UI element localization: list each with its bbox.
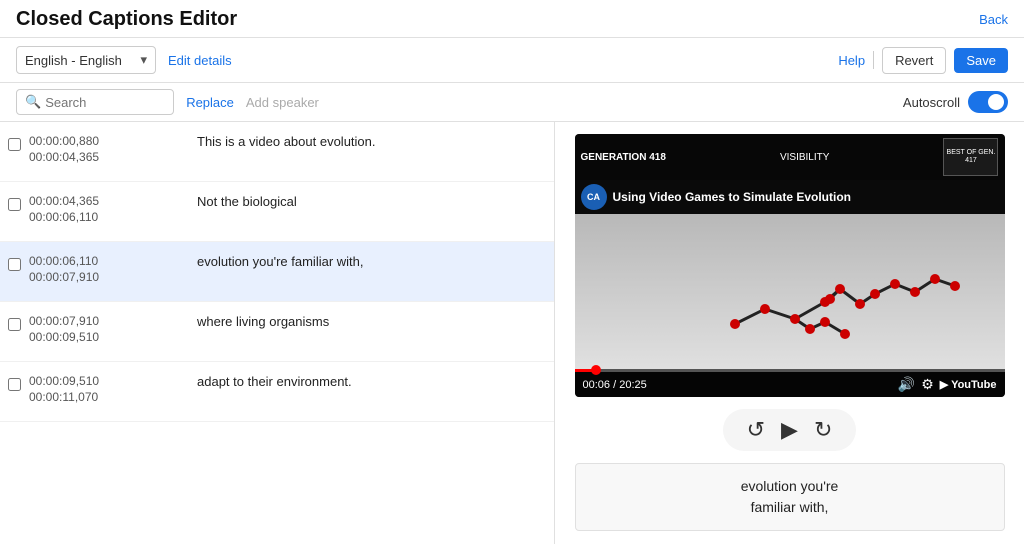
playback-controls: ↺ ▶ ↻ xyxy=(723,409,857,451)
video-panel: GENERATION 418 VISIBILITY BEST OF GEN. 4… xyxy=(555,122,1024,544)
caption-start: 00:00:09,510 xyxy=(29,374,189,388)
play-button[interactable]: ▶ xyxy=(781,417,798,443)
video-bottom-bar: 00:06 / 20:25 🔊 ⚙ ▶ YouTube xyxy=(575,372,1005,397)
help-link[interactable]: Help xyxy=(838,53,865,68)
caption-text: where living organisms xyxy=(197,314,546,329)
searchbar: 🔍 Replace Add speaker Autoscroll xyxy=(0,83,1024,122)
caption-times: 00:00:04,365 00:00:06,110 xyxy=(29,194,189,224)
caption-text: Not the biological xyxy=(197,194,546,209)
caption-start: 00:00:06,110 xyxy=(29,254,189,268)
caption-times: 00:00:07,910 00:00:09,510 xyxy=(29,314,189,344)
autoscroll-label: Autoscroll xyxy=(903,95,960,110)
caption-text: evolution you're familiar with, xyxy=(197,254,546,269)
caption-start: 00:00:04,365 xyxy=(29,194,189,208)
caption-start: 00:00:07,910 xyxy=(29,314,189,328)
video-frame: GENERATION 418 VISIBILITY BEST OF GEN. 4… xyxy=(575,134,1005,397)
main: 00:00:00,880 00:00:04,365 This is a vide… xyxy=(0,122,1024,544)
video-logo-row: CA Using Video Games to Simulate Evoluti… xyxy=(575,180,1005,214)
revert-button[interactable]: Revert xyxy=(882,47,946,74)
search-input-wrap: 🔍 xyxy=(16,89,174,115)
caption-end: 00:00:07,910 xyxy=(29,270,189,284)
caption-end: 00:00:11,070 xyxy=(29,390,189,404)
caption-times: 00:00:06,110 00:00:07,910 xyxy=(29,254,189,284)
replace-button[interactable]: Replace xyxy=(186,95,234,110)
youtube-icon: ▶ YouTube xyxy=(940,378,997,391)
volume-icon[interactable]: 🔊 xyxy=(898,376,915,393)
caption-text: This is a video about evolution. xyxy=(197,134,546,149)
rewind-button[interactable]: ↺ xyxy=(747,417,765,443)
edit-details-link[interactable]: Edit details xyxy=(168,53,232,68)
caption-checkbox[interactable] xyxy=(8,138,21,151)
caption-checkbox[interactable] xyxy=(8,198,21,211)
search-input[interactable] xyxy=(45,95,165,110)
add-speaker-button[interactable]: Add speaker xyxy=(246,95,319,110)
divider xyxy=(873,51,874,69)
visibility-label: VISIBILITY xyxy=(780,152,829,163)
caption-end: 00:00:04,365 xyxy=(29,150,189,164)
chevron-down-icon: ▾ xyxy=(140,52,147,68)
gen-label: GENERATION 418 xyxy=(581,152,666,163)
video-progress-dot xyxy=(591,365,601,375)
caption-checkbox[interactable] xyxy=(8,258,21,271)
table-row[interactable]: 00:00:09,510 00:00:11,070 adapt to their… xyxy=(0,362,554,422)
caption-list: 00:00:00,880 00:00:04,365 This is a vide… xyxy=(0,122,555,544)
search-icon: 🔍 xyxy=(25,94,41,110)
caption-start: 00:00:00,880 xyxy=(29,134,189,148)
video-progress[interactable] xyxy=(575,369,1005,372)
video-time: 00:06 / 20:25 xyxy=(583,379,647,391)
caption-checkbox[interactable] xyxy=(8,378,21,391)
rewind-icon: ↺ xyxy=(747,417,765,443)
table-row[interactable]: 00:00:07,910 00:00:09,510 where living o… xyxy=(0,302,554,362)
caption-times: 00:00:00,880 00:00:04,365 xyxy=(29,134,189,164)
header: Closed Captions Editor Back xyxy=(0,0,1024,38)
video-graph-area xyxy=(575,214,1005,369)
save-button[interactable]: Save xyxy=(954,48,1008,73)
ca-logo: CA xyxy=(581,184,607,210)
caption-end: 00:00:06,110 xyxy=(29,210,189,224)
autoscroll-toggle[interactable] xyxy=(968,91,1008,113)
caption-end: 00:00:09,510 xyxy=(29,330,189,344)
back-link[interactable]: Back xyxy=(979,12,1008,27)
forward-icon: ↻ xyxy=(814,417,832,443)
language-select[interactable]: English - English ▾ xyxy=(16,46,156,74)
video-top-bar: GENERATION 418 VISIBILITY BEST OF GEN. 4… xyxy=(575,134,1005,180)
page-title: Closed Captions Editor xyxy=(16,8,237,31)
settings-icon[interactable]: ⚙ xyxy=(921,376,934,393)
video-controls-right: 🔊 ⚙ ▶ YouTube xyxy=(898,376,997,393)
caption-checkbox[interactable] xyxy=(8,318,21,331)
forward-button[interactable]: ↻ xyxy=(814,417,832,443)
table-row[interactable]: 00:00:04,365 00:00:06,110 Not the biolog… xyxy=(0,182,554,242)
video-container: GENERATION 418 VISIBILITY BEST OF GEN. 4… xyxy=(575,134,1005,397)
table-row[interactable]: 00:00:00,880 00:00:04,365 This is a vide… xyxy=(0,122,554,182)
best-badge: BEST OF GEN. 417 xyxy=(943,138,998,176)
play-icon: ▶ xyxy=(781,417,798,443)
toolbar: English - English ▾ Edit details Help Re… xyxy=(0,38,1024,83)
toolbar-right: Help Revert Save xyxy=(838,47,1008,74)
caption-times: 00:00:09,510 00:00:11,070 xyxy=(29,374,189,404)
language-label: English - English xyxy=(25,53,122,68)
searchbar-right: Autoscroll xyxy=(903,91,1008,113)
caption-display: evolution you're familiar with, xyxy=(575,463,1005,531)
table-row[interactable]: 00:00:06,110 00:00:07,910 evolution you'… xyxy=(0,242,554,302)
video-title: Using Video Games to Simulate Evolution xyxy=(613,190,999,204)
caption-text: adapt to their environment. xyxy=(197,374,546,389)
